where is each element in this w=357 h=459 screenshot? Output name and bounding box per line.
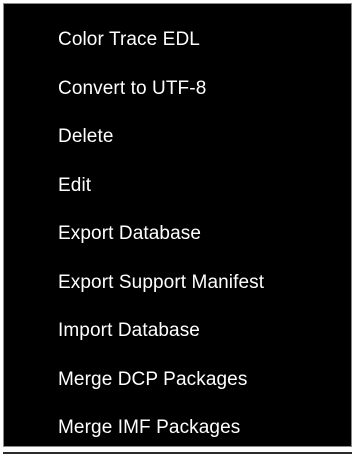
menu-item-edit[interactable]: Edit: [4, 162, 351, 211]
menu-item-label: Export Database: [58, 223, 202, 245]
menu-item-label: Import Database: [58, 320, 200, 342]
menu-item-export-support-manifest[interactable]: Export Support Manifest: [4, 259, 351, 308]
menu-item-import-database[interactable]: Import Database: [4, 307, 351, 356]
menu-item-color-trace-edl[interactable]: Color Trace EDL: [4, 16, 351, 65]
menu-item-merge-dcp-packages[interactable]: Merge DCP Packages: [4, 356, 351, 405]
context-menu-list: Color Trace EDL Convert to UTF-8 Delete …: [4, 16, 351, 453]
menu-item-label: Delete: [58, 126, 114, 148]
menu-item-label: Merge DCP Packages: [58, 368, 248, 390]
menu-item-label: Export Support Manifest: [58, 271, 265, 293]
menu-item-label: Color Trace EDL: [58, 29, 200, 51]
menu-item-delete[interactable]: Delete: [4, 113, 351, 162]
menu-item-convert-to-utf8[interactable]: Convert to UTF-8: [4, 65, 351, 114]
menu-item-label: Edit: [58, 174, 92, 196]
menu-item-export-database[interactable]: Export Database: [4, 210, 351, 259]
menu-item-label: Merge IMF Packages: [58, 417, 241, 439]
context-menu: Color Trace EDL Convert to UTF-8 Delete …: [3, 3, 352, 447]
divider: [3, 452, 352, 454]
menu-item-label: Convert to UTF-8: [58, 77, 207, 99]
menu-item-merge-imf-packages[interactable]: Merge IMF Packages: [4, 404, 351, 453]
